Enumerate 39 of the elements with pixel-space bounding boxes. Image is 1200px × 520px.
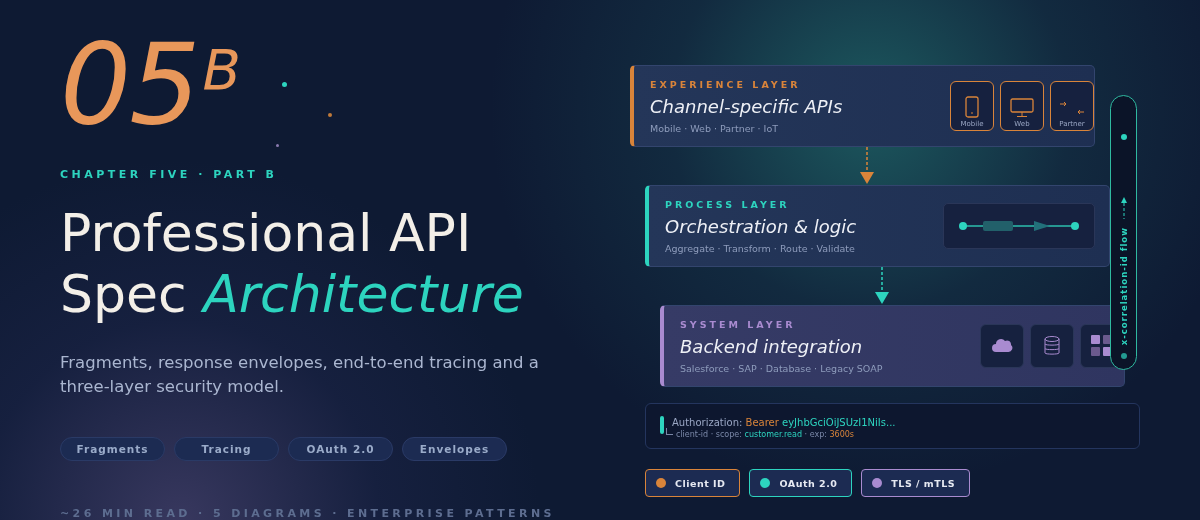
layer-title: Channel-specific APIs xyxy=(650,95,843,117)
layer-subtitle: Mobile · Web · Partner · IoT xyxy=(650,122,779,134)
legend-label: OAuth 2.0 xyxy=(779,477,838,489)
flow-dot xyxy=(1120,134,1127,140)
cloud-icon xyxy=(991,338,1013,354)
token-claims-line: client-id · scope: customer.read · exp: 3600s xyxy=(676,430,854,439)
topic-tag: OAuth 2.0 xyxy=(288,437,393,461)
layer-title: Backend integration xyxy=(680,335,864,357)
flow-dot xyxy=(1120,353,1127,359)
chapter-number: 05 xyxy=(60,28,199,140)
layer-subtitle: Aggregate · Transform · Route · Validate xyxy=(665,242,856,254)
phone-icon xyxy=(965,96,979,118)
sparkle-dot xyxy=(328,113,332,117)
auth-header-line: Authorization: Bearer eyJhbGciOiJSUzI1NiIs... xyxy=(672,417,896,428)
database-icon xyxy=(1044,336,1060,356)
sparkle-dot xyxy=(282,82,287,87)
subtitle: Fragments, response envelopes, end-to-end tracing and a three-layer security model. xyxy=(60,352,540,398)
flow-label: x-correlation-id flow xyxy=(1118,226,1129,345)
layer-subtitle: Salesforce · SAP · Database · Legacy SOAP xyxy=(680,362,883,374)
down-arrow-icon xyxy=(860,147,874,185)
page-title: Professional API Spec Architecture xyxy=(60,203,525,325)
down-arrow-icon xyxy=(875,267,889,305)
up-arrow-icon xyxy=(1120,196,1127,219)
layer-label: SYSTEM LAYER xyxy=(680,318,797,330)
legend-label: TLS / mTLS xyxy=(891,477,956,489)
topic-tag: Tracing xyxy=(174,437,279,461)
reading-meta: ~26 MIN READ · 5 DIAGRAMS · ENTERPRISE PATTERNS xyxy=(60,507,556,520)
topic-tag: Fragments xyxy=(60,437,165,461)
sparkle-dot xyxy=(276,144,279,147)
chapter-suffix: B xyxy=(202,42,241,98)
legend-label: Client ID xyxy=(675,477,726,489)
layer-label: PROCESS LAYER xyxy=(665,198,791,210)
tree-elbow-icon xyxy=(666,428,673,435)
monitor-icon xyxy=(1010,98,1034,118)
accent-bar xyxy=(660,416,664,434)
topic-tag: Envelopes xyxy=(402,437,507,461)
layer-label: EXPERIENCE LAYER xyxy=(650,78,802,90)
layer-title: Orchestration & logic xyxy=(665,215,857,237)
chapter-eyebrow: CHAPTER FIVE · PART B xyxy=(60,168,279,181)
